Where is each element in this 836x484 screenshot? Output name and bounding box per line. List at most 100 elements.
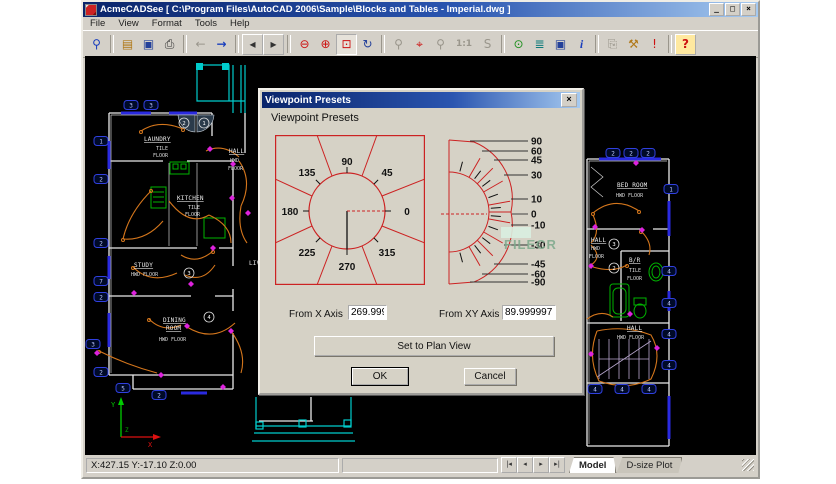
tab-model[interactable]: Model <box>569 457 616 473</box>
set-to-plan-view-button[interactable]: Set to Plan View <box>314 336 554 356</box>
prev-sheet-button[interactable]: ◂ <box>517 457 533 473</box>
svg-text:270: 270 <box>339 262 356 273</box>
svg-text:30: 30 <box>531 171 543 182</box>
tool-bar: ⚲ ▤ ▣ ⎙ ← → ◂ ▸ ⊖ ⊕ ⊡ ↻ ⚲ ⌖ ⚲ 1:1 S ⊙ ≣ … <box>83 30 758 58</box>
menu-view[interactable]: View <box>118 18 138 29</box>
toolbar-separator <box>110 35 114 53</box>
toolbar-separator <box>235 35 239 53</box>
next-sheet-button[interactable]: ▸ <box>533 457 549 473</box>
preview-icon[interactable]: ⚲ <box>86 34 107 55</box>
window-title: AcmeCADSee [ C:\Program Files\AutoCAD 20… <box>100 4 511 15</box>
svg-text:2: 2 <box>629 151 633 158</box>
x-axis-angle-gauge[interactable]: 90 45 0 315 270 225 180 135 <box>275 135 425 285</box>
svg-text:TILE: TILE <box>629 268 641 274</box>
svg-text:FLOOR: FLOOR <box>627 276 643 282</box>
title-bar[interactable]: AcmeCADSee [ C:\Program Files\AutoCAD 20… <box>83 2 758 17</box>
ucs-icon: Y X Z <box>111 397 161 449</box>
resize-grip[interactable] <box>742 459 754 471</box>
svg-text:4: 4 <box>620 387 624 394</box>
menu-format[interactable]: Format <box>152 18 182 29</box>
svg-text:4: 4 <box>207 315 211 321</box>
layers-icon[interactable]: ≣ <box>529 34 550 55</box>
status-filler-panel <box>342 457 498 473</box>
svg-text:4: 4 <box>667 269 671 276</box>
svg-text:2: 2 <box>99 370 103 377</box>
view-eye-icon[interactable]: ⊙ <box>508 34 529 55</box>
zoom-center-icon[interactable]: ⌖ <box>409 34 430 55</box>
copy-icon[interactable]: ⎘ <box>602 34 623 55</box>
svg-text:TILE: TILE <box>156 146 168 152</box>
zoom-in-icon[interactable]: ⊕ <box>315 34 336 55</box>
help-icon[interactable]: ? <box>675 33 696 55</box>
svg-text:2: 2 <box>611 151 615 158</box>
zoom-scale-icon[interactable]: ⚲ <box>430 34 451 55</box>
svg-text:45: 45 <box>381 168 393 179</box>
ok-button[interactable]: OK <box>351 367 409 386</box>
dialog-heading: Viewpoint Presets <box>271 112 359 124</box>
watermark: FILECR <box>504 237 557 252</box>
actual-size-icon[interactable]: 1:1 <box>451 34 477 55</box>
full-screen-icon[interactable]: ▣ <box>550 34 571 55</box>
svg-text:KITCHEN: KITCHEN <box>177 195 204 202</box>
dialog-title-bar[interactable]: Viewpoint Presets × <box>262 92 580 108</box>
svg-text:0: 0 <box>531 210 537 221</box>
right-house-walls <box>586 157 671 447</box>
menu-bar: File View Format Tools Help <box>83 17 758 30</box>
svg-text:HALL: HALL <box>591 237 606 244</box>
svg-text:TILE: TILE <box>188 205 200 211</box>
coordinate-readout: X:427.15 Y:-17.10 Z:0.00 <box>86 457 339 473</box>
svg-text:2: 2 <box>99 177 103 184</box>
dialog-close-icon[interactable]: × <box>561 93 577 107</box>
stop-icon[interactable]: S <box>477 34 498 55</box>
svg-text:3: 3 <box>149 103 153 110</box>
from-x-axis-label: From X Axis <box>289 309 343 320</box>
xy-plane-angle-gauge[interactable]: 90 60 45 30 10 0 -10 -30 -45 -60 -90 <box>430 130 580 290</box>
cancel-button[interactable]: Cancel <box>464 368 516 385</box>
svg-text:HWD: HWD <box>230 158 239 164</box>
svg-text:HWD FLOOR: HWD FLOOR <box>131 272 159 278</box>
save-icon[interactable]: ▣ <box>138 34 159 55</box>
tools-hammer-icon[interactable]: ⚒ <box>623 34 644 55</box>
svg-text:180: 180 <box>282 207 299 218</box>
svg-text:45: 45 <box>531 156 543 167</box>
from-xy-axis-input[interactable] <box>502 305 556 320</box>
menu-help[interactable]: Help <box>230 18 250 29</box>
svg-text:3: 3 <box>129 103 133 110</box>
toolbar-separator <box>501 35 505 53</box>
svg-text:90: 90 <box>341 157 353 168</box>
zoom-extents-icon[interactable]: ⚲ <box>388 34 409 55</box>
open-folder-icon[interactable]: ▤ <box>117 34 138 55</box>
svg-text:3: 3 <box>612 242 615 248</box>
svg-text:2: 2 <box>99 241 103 248</box>
orbit-icon[interactable]: ↻ <box>357 34 378 55</box>
svg-text:0: 0 <box>404 207 410 218</box>
forward-icon[interactable]: → <box>211 34 232 55</box>
prev-page-icon[interactable]: ◂ <box>242 33 263 55</box>
zoom-out-icon[interactable]: ⊖ <box>294 34 315 55</box>
info-icon[interactable]: i <box>571 34 592 55</box>
first-sheet-button[interactable]: |◂ <box>501 457 517 473</box>
tab-d-size-plot[interactable]: D-size Plot <box>616 457 682 473</box>
next-page-icon[interactable]: ▸ <box>263 33 284 55</box>
svg-text:2: 2 <box>182 121 185 127</box>
back-icon[interactable]: ← <box>190 34 211 55</box>
zoom-window-icon[interactable]: ⊡ <box>336 33 357 55</box>
svg-text:HWD FLOOR: HWD FLOOR <box>616 193 644 199</box>
svg-text:STUDY: STUDY <box>134 262 153 269</box>
svg-text:1: 1 <box>202 121 205 127</box>
menu-file[interactable]: File <box>90 18 105 29</box>
svg-text:HWD FLOOR: HWD FLOOR <box>159 337 187 343</box>
minimize-button[interactable]: _ <box>709 3 724 16</box>
last-sheet-button[interactable]: ▸| <box>549 457 565 473</box>
svg-text:X: X <box>148 441 153 449</box>
print-icon[interactable]: ⎙ <box>159 34 180 55</box>
svg-text:HALL: HALL <box>627 325 642 332</box>
from-x-axis-input[interactable] <box>348 305 387 320</box>
markup-icon[interactable]: ! <box>644 34 665 55</box>
toolbar-separator <box>381 35 385 53</box>
svg-text:Y: Y <box>111 401 116 409</box>
menu-tools[interactable]: Tools <box>195 18 217 29</box>
close-button[interactable]: × <box>741 3 756 16</box>
maximize-button[interactable]: □ <box>725 3 740 16</box>
sheet-nav-buttons: |◂ ◂ ▸ ▸| <box>501 457 565 473</box>
